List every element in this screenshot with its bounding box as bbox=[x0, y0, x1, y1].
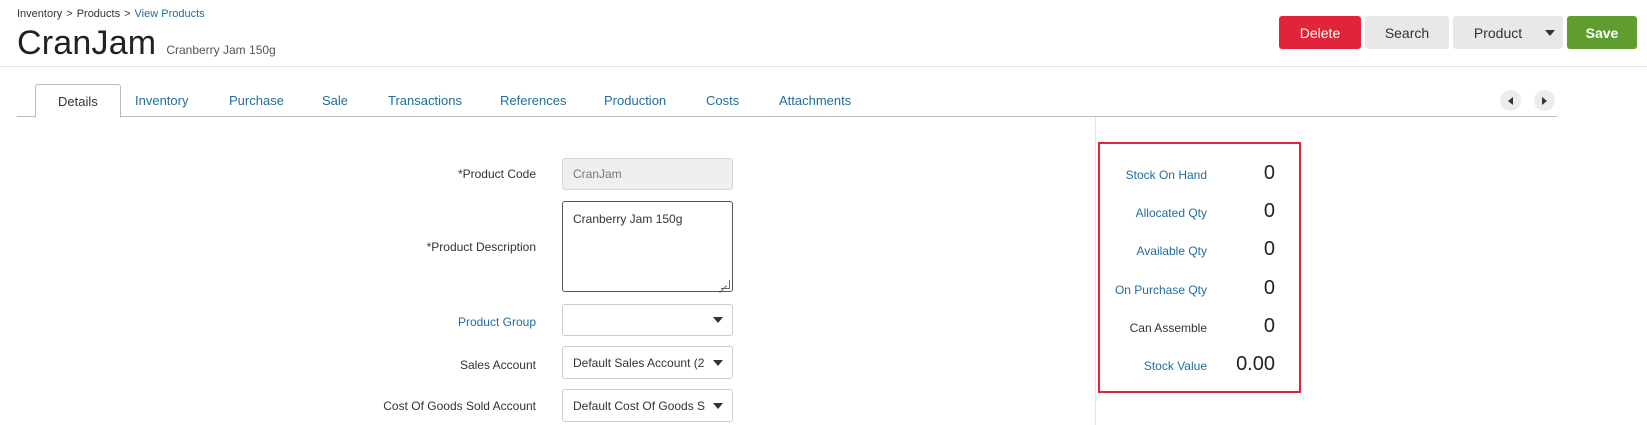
product-group-select[interactable] bbox=[562, 304, 733, 336]
stat-label[interactable]: Allocated Qty bbox=[1136, 206, 1207, 220]
cogs-account-select[interactable]: Default Cost Of Goods S bbox=[562, 389, 733, 422]
sales-account-select[interactable]: Default Sales Account (2 bbox=[562, 346, 733, 379]
stat-available-qty: Available Qty 0 bbox=[1100, 237, 1299, 267]
stat-can-assemble: Can Assemble 0 bbox=[1100, 314, 1299, 344]
breadcrumb-inventory[interactable]: Inventory bbox=[17, 8, 62, 20]
search-button[interactable]: Search bbox=[1365, 16, 1449, 49]
stat-label[interactable]: Available Qty bbox=[1137, 244, 1207, 258]
sales-account-value: Default Sales Account (2 bbox=[573, 355, 705, 370]
stat-value: 0 bbox=[1263, 238, 1275, 260]
page-header: CranJam Cranberry Jam 150g bbox=[17, 24, 276, 63]
tab-inventory[interactable]: Inventory bbox=[135, 84, 188, 117]
panel-divider bbox=[1095, 117, 1096, 425]
stat-label: Can Assemble bbox=[1129, 321, 1207, 335]
breadcrumb-separator: > bbox=[124, 8, 131, 20]
product-code-field[interactable]: CranJam bbox=[562, 158, 733, 190]
header-divider bbox=[0, 66, 1647, 67]
tab-attachments[interactable]: Attachments bbox=[779, 84, 851, 117]
stat-stock-on-hand: Stock On Hand 0 bbox=[1100, 161, 1299, 191]
chevron-down-icon bbox=[713, 402, 723, 409]
stat-label[interactable]: On Purchase Qty bbox=[1115, 283, 1207, 297]
tab-production[interactable]: Production bbox=[604, 84, 666, 117]
chevron-left-icon[interactable] bbox=[1500, 90, 1521, 111]
breadcrumb-view-products[interactable]: View Products bbox=[135, 8, 205, 20]
stat-allocated-qty: Allocated Qty 0 bbox=[1100, 199, 1299, 229]
tab-sale[interactable]: Sale bbox=[322, 84, 348, 117]
tab-details[interactable]: Details bbox=[35, 84, 121, 118]
resize-handle-icon[interactable] bbox=[721, 280, 730, 289]
sales-account-label: Sales Account bbox=[459, 358, 536, 372]
chevron-down-icon[interactable] bbox=[1537, 29, 1563, 36]
breadcrumb-separator: > bbox=[66, 8, 73, 20]
chevron-down-icon bbox=[713, 317, 723, 323]
tab-costs[interactable]: Costs bbox=[706, 84, 739, 117]
product-menu-label: Product bbox=[1473, 24, 1523, 41]
cogs-account-label: Cost Of Goods Sold Account bbox=[383, 399, 536, 413]
product-code-label: *Product Code bbox=[457, 167, 536, 181]
delete-button[interactable]: Delete bbox=[1279, 16, 1361, 49]
page-subtitle: Cranberry Jam 150g bbox=[166, 43, 276, 57]
product-description-field[interactable]: Cranberry Jam 150g bbox=[562, 201, 733, 292]
tab-references[interactable]: References bbox=[500, 84, 566, 117]
stat-value: 0 bbox=[1263, 315, 1275, 337]
stat-label[interactable]: Stock On Hand bbox=[1126, 168, 1207, 182]
cogs-account-value: Default Cost Of Goods S bbox=[573, 398, 706, 413]
stock-summary-panel: Stock On Hand 0 Allocated Qty 0 Availabl… bbox=[1098, 142, 1301, 393]
tab-transactions[interactable]: Transactions bbox=[388, 84, 462, 117]
stat-label[interactable]: Stock Value bbox=[1144, 359, 1207, 373]
tab-bar: Details Inventory Purchase Sale Transact… bbox=[17, 84, 1557, 118]
stat-value: 0.00 bbox=[1236, 353, 1275, 375]
breadcrumb-products[interactable]: Products bbox=[77, 8, 120, 20]
tab-purchase[interactable]: Purchase bbox=[229, 84, 284, 117]
product-code-value: CranJam bbox=[573, 167, 622, 181]
product-group-label[interactable]: Product Group bbox=[296, 315, 536, 329]
page-title: CranJam bbox=[17, 24, 157, 62]
stat-value: 0 bbox=[1263, 277, 1275, 299]
toolbar: Delete Search Product Save bbox=[1279, 16, 1637, 49]
stat-value: 0 bbox=[1263, 200, 1275, 222]
product-description-value: Cranberry Jam 150g bbox=[573, 212, 683, 226]
stat-value: 0 bbox=[1263, 162, 1275, 184]
chevron-right-icon[interactable] bbox=[1534, 90, 1555, 111]
stat-stock-value: Stock Value 0.00 bbox=[1100, 352, 1299, 382]
chevron-down-icon bbox=[713, 359, 723, 366]
breadcrumb: Inventory > Products > View Products bbox=[17, 8, 205, 20]
product-menu-button[interactable]: Product bbox=[1453, 16, 1563, 49]
product-description-label: *Product Description bbox=[426, 240, 536, 254]
stat-on-purchase-qty: On Purchase Qty 0 bbox=[1100, 276, 1299, 306]
save-button[interactable]: Save bbox=[1567, 16, 1637, 49]
